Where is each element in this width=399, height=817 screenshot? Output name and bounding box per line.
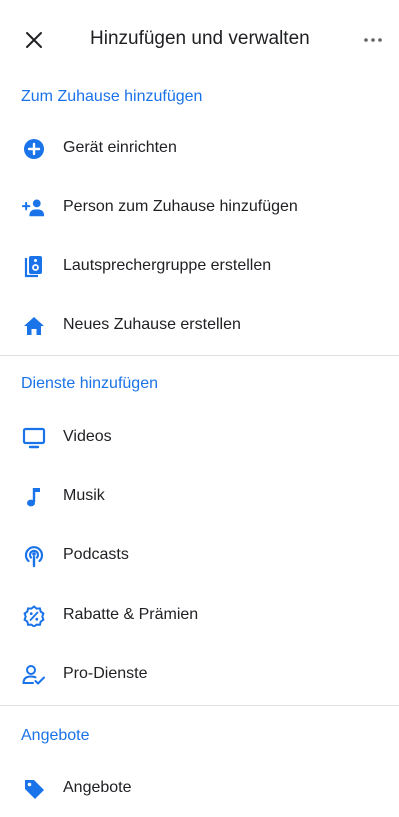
discounts-rewards-item[interactable]: Rabatte & Prämien bbox=[0, 588, 399, 644]
home-icon bbox=[22, 314, 46, 338]
speaker-group-icon bbox=[22, 255, 46, 279]
videos-item[interactable]: Videos bbox=[0, 410, 399, 466]
music-note-icon bbox=[22, 485, 46, 509]
divider bbox=[0, 355, 399, 356]
close-button[interactable] bbox=[20, 26, 48, 54]
create-speaker-group-label: Lautsprechergruppe erstellen bbox=[63, 257, 272, 274]
podcasts-label: Podcasts bbox=[63, 546, 129, 563]
tag-icon bbox=[22, 777, 46, 801]
create-new-home-item[interactable]: Neues Zuhause erstellen bbox=[0, 298, 399, 354]
music-item[interactable]: Musik bbox=[0, 469, 399, 525]
podcast-icon bbox=[22, 544, 46, 568]
podcasts-item[interactable]: Podcasts bbox=[0, 528, 399, 584]
offers-item[interactable]: Angebote bbox=[0, 761, 399, 817]
discounts-rewards-label: Rabatte & Prämien bbox=[63, 606, 199, 623]
divider bbox=[0, 705, 399, 706]
create-speaker-group-item[interactable]: Lautsprechergruppe erstellen bbox=[0, 239, 399, 295]
add-person-label: Person zum Zuhause hinzufügen bbox=[63, 198, 298, 215]
more-horizontal-icon bbox=[364, 38, 382, 42]
offers-label: Angebote bbox=[63, 779, 132, 796]
pro-services-label: Pro-Dienste bbox=[63, 665, 148, 682]
add-device-item[interactable]: Gerät einrichten bbox=[0, 121, 399, 177]
person-add-icon bbox=[22, 196, 46, 220]
section-header-add-services: Dienste hinzufügen bbox=[21, 375, 158, 392]
more-options-button[interactable] bbox=[361, 28, 385, 52]
add-device-label: Gerät einrichten bbox=[63, 139, 177, 156]
page-title: Hinzufügen und verwalten bbox=[90, 28, 310, 49]
close-icon bbox=[26, 32, 42, 48]
pro-services-icon bbox=[22, 663, 46, 687]
add-circle-icon bbox=[22, 137, 46, 161]
tv-icon bbox=[22, 426, 46, 450]
discount-badge-icon bbox=[22, 604, 46, 628]
music-label: Musik bbox=[63, 487, 105, 504]
section-header-offers: Angebote bbox=[21, 727, 90, 744]
create-new-home-label: Neues Zuhause erstellen bbox=[63, 316, 241, 333]
app-bar: Hinzufügen und verwalten bbox=[0, 0, 399, 78]
pro-services-item[interactable]: Pro-Dienste bbox=[0, 647, 399, 703]
add-person-item[interactable]: Person zum Zuhause hinzufügen bbox=[0, 180, 399, 236]
section-header-add-to-home: Zum Zuhause hinzufügen bbox=[21, 88, 203, 105]
videos-label: Videos bbox=[63, 428, 112, 445]
